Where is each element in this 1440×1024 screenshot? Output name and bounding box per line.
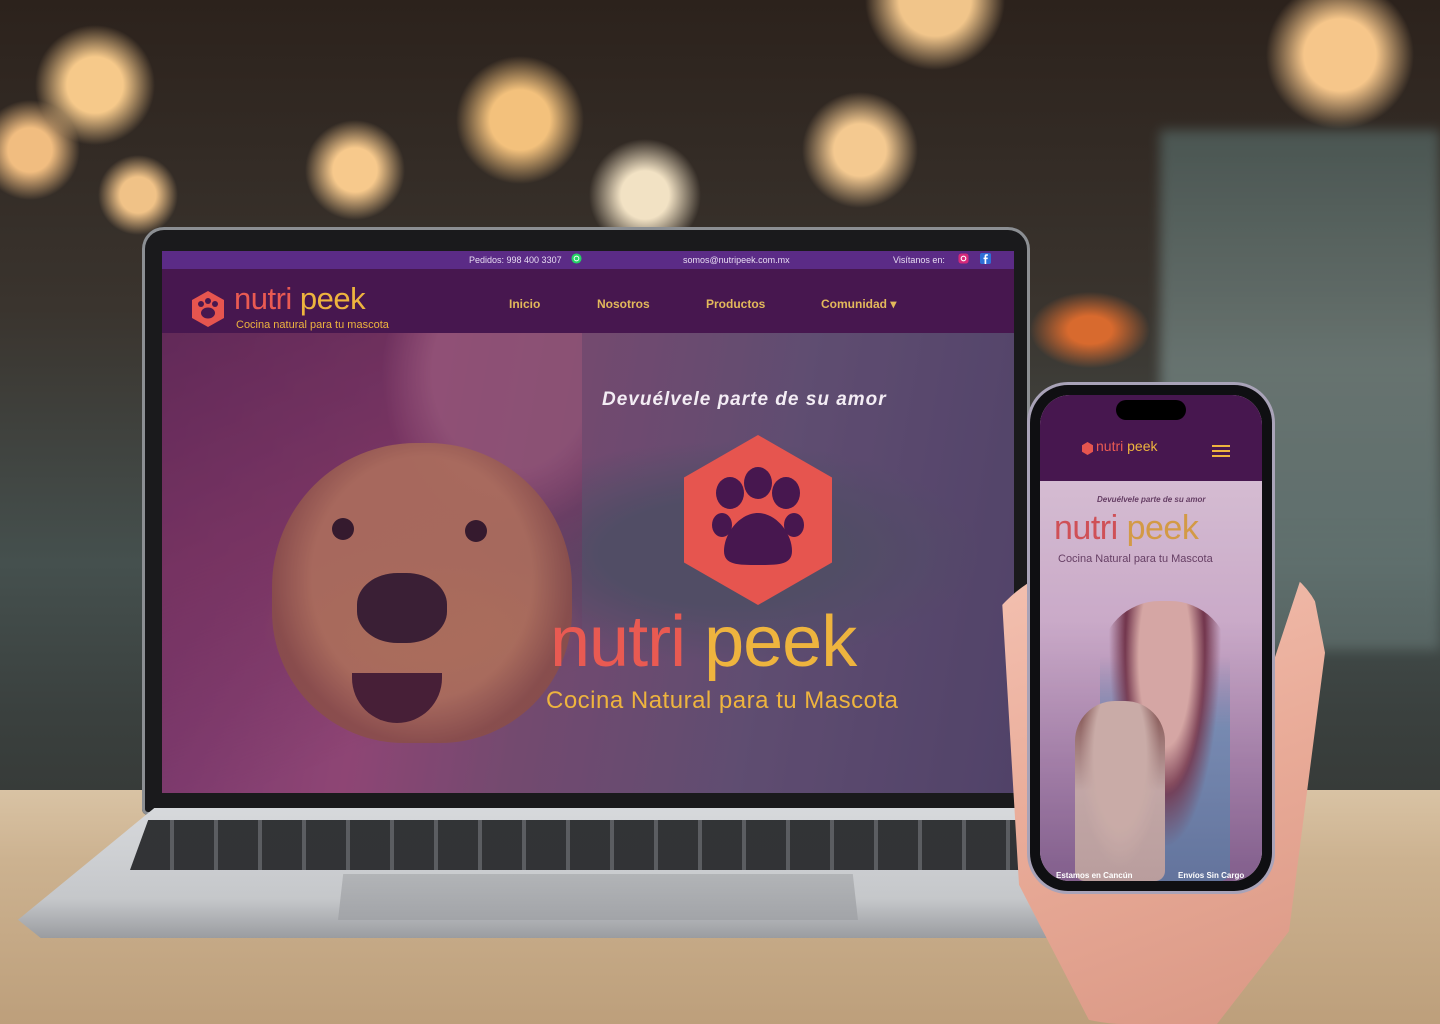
mobile-brand-logo[interactable]: nutri peek [1096, 438, 1157, 454]
menu-icon[interactable] [1212, 445, 1230, 457]
mobile-paw-icon [1082, 442, 1093, 455]
instagram-icon[interactable] [958, 253, 969, 266]
brand-wordmark: nutri peek [234, 281, 366, 317]
mobile-location-text: Estamos en Cancún [1056, 871, 1133, 880]
hero-word-1: nutri [550, 602, 686, 682]
facebook-icon[interactable] [980, 253, 991, 266]
mobile-brand-word-1: nutri [1096, 438, 1124, 454]
brand-word-2: peek [291, 281, 366, 316]
laptop-trackpad [338, 874, 858, 920]
brand-tagline: Cocina natural para tu mascota [236, 319, 389, 331]
phone-notch [1116, 400, 1186, 420]
social-label: Visítanos en: [893, 255, 945, 265]
phone-screen: nutri peek Devuélvele parte de su amor n… [1040, 395, 1262, 881]
nav-comunidad-dropdown[interactable]: Comunidad ▾ [821, 297, 896, 311]
mobile-brand-word-2: peek [1123, 438, 1158, 454]
brand-word-1: nutri [234, 281, 292, 316]
top-info-bar: Pedidos: 998 400 3307 somos@nutripeek.co… [162, 251, 1014, 269]
mobile-shipping-text: Envíos Sin Cargo [1178, 871, 1245, 880]
email-link[interactable]: somos@nutripeek.com.mx [683, 255, 790, 265]
mobile-hero-overlay [1040, 481, 1262, 881]
laptop-keyboard [130, 820, 1040, 870]
mobile-hero: Devuélvele parte de su amor nutri peek C… [1040, 481, 1262, 881]
nav-nosotros[interactable]: Nosotros [597, 297, 650, 311]
hero-tagline: Devuélvele parte de su amor [602, 389, 887, 410]
paw-icon [192, 291, 224, 327]
main-navbar: nutri peek Cocina natural para tu mascot… [162, 269, 1014, 333]
nav-inicio[interactable]: Inicio [509, 297, 540, 311]
hero-banner: Devuélvele parte de su amor nutri peek C… [162, 333, 1014, 793]
hero-word-2: peek [685, 602, 857, 682]
laptop-screen: Pedidos: 998 400 3307 somos@nutripeek.co… [162, 251, 1014, 793]
nav-productos[interactable]: Productos [706, 297, 765, 311]
whatsapp-icon[interactable] [571, 253, 582, 266]
hero-subtitle: Cocina Natural para tu Mascota [546, 687, 899, 714]
orders-phone[interactable]: Pedidos: 998 400 3307 [469, 255, 562, 265]
hero-wordmark: nutri peek [550, 601, 857, 683]
